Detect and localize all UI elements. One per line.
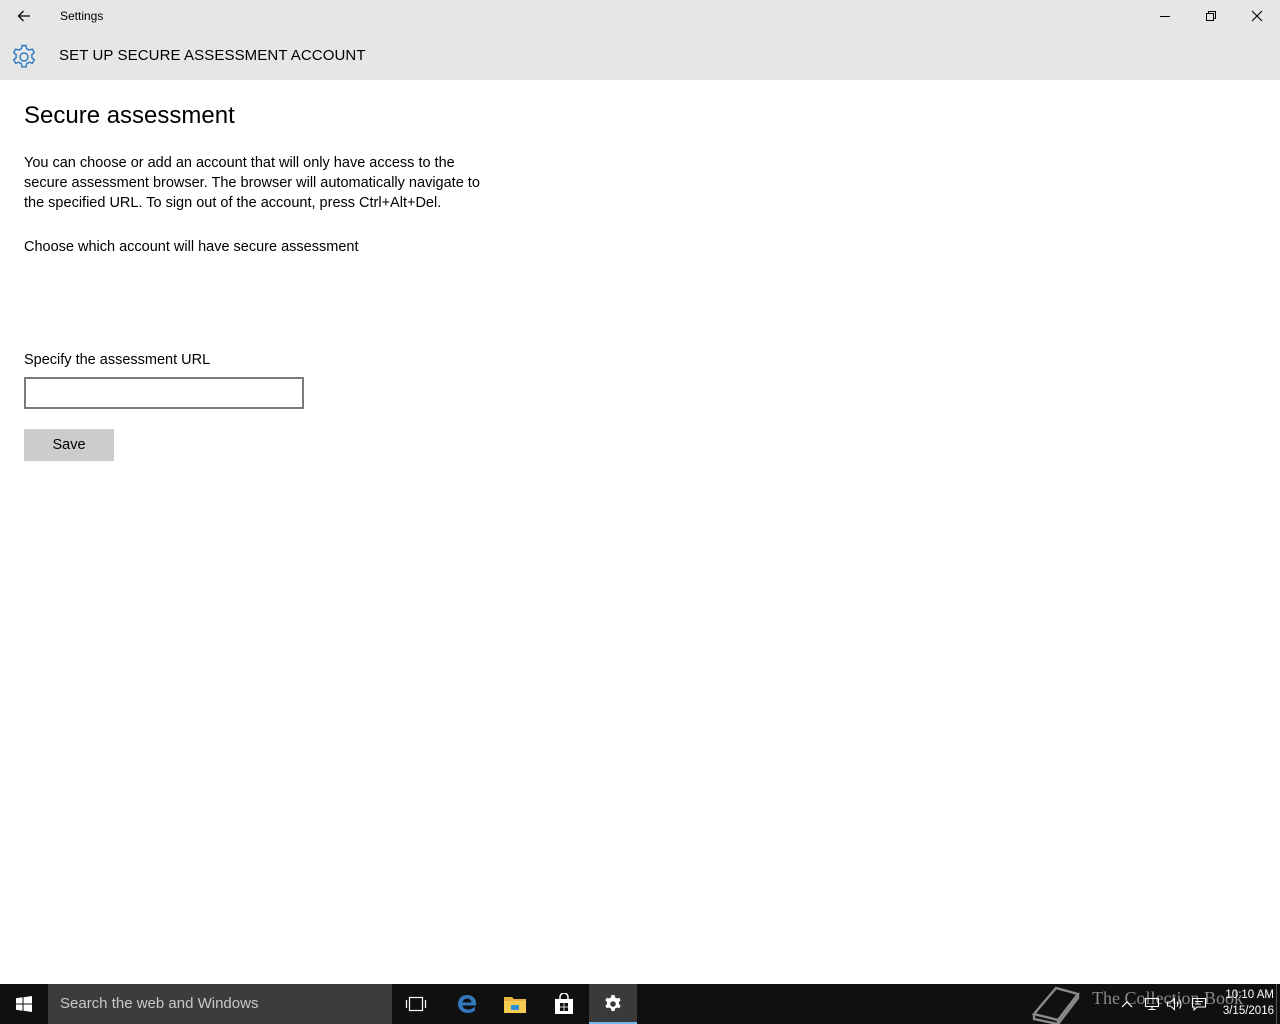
windows-logo-icon [16,996,32,1012]
store-icon [555,993,573,1014]
action-center-button[interactable] [1188,984,1210,1024]
assessment-url-label: Specify the assessment URL [24,352,211,368]
task-view-icon [405,996,427,1012]
show-hidden-icons-button[interactable] [1118,984,1136,1024]
taskbar-search-box[interactable]: Search the web and Windows [48,984,392,1024]
volume-button[interactable] [1164,984,1186,1024]
network-icon [1144,997,1160,1011]
network-button[interactable] [1141,984,1163,1024]
minimize-icon [1160,16,1170,17]
edge-icon [458,995,477,1013]
close-button[interactable] [1234,0,1280,32]
page-header: SET UP SECURE ASSESSMENT ACCOUNT [0,32,1280,80]
clock-time: 10:10 AM [1225,989,1274,1001]
minimize-button[interactable] [1142,0,1188,32]
back-arrow-icon [17,10,30,22]
volume-icon [1166,997,1182,1011]
taskbar: Search the web and Windows The Collectio… [0,984,1280,1024]
taskbar-clock[interactable]: 10:10 AM 3/15/2016 [1212,987,1274,1019]
assessment-url-input[interactable] [24,377,304,409]
window-title: Settings [60,9,104,23]
settings-taskbar-button[interactable] [589,984,637,1024]
chevron-up-icon [1121,1001,1133,1008]
clock-date: 3/15/2016 [1222,1005,1274,1017]
search-placeholder: Search the web and Windows [60,995,259,1012]
choose-account-label: Choose which account will have secure as… [24,239,359,255]
settings-icon [605,995,621,1011]
description-text: You can choose or add an account that wi… [24,155,480,211]
file-explorer-button[interactable] [491,984,539,1024]
start-button[interactable] [0,984,48,1024]
task-view-button[interactable] [392,984,440,1024]
page-title: Secure assessment [24,102,235,129]
store-button[interactable] [540,984,588,1024]
page-header-title: SET UP SECURE ASSESSMENT ACCOUNT [59,47,366,64]
gear-icon [12,44,36,68]
close-icon [1251,10,1263,22]
restore-button[interactable] [1188,0,1234,32]
file-explorer-icon [504,997,526,1013]
restore-icon [1206,11,1216,21]
save-button[interactable]: Save [24,429,114,461]
action-center-icon [1191,997,1207,1011]
title-bar: Settings [0,0,1280,32]
back-button[interactable] [0,0,48,32]
book-icon [1031,986,1081,1024]
edge-button[interactable] [443,984,491,1024]
show-desktop-button[interactable] [1276,984,1280,1024]
